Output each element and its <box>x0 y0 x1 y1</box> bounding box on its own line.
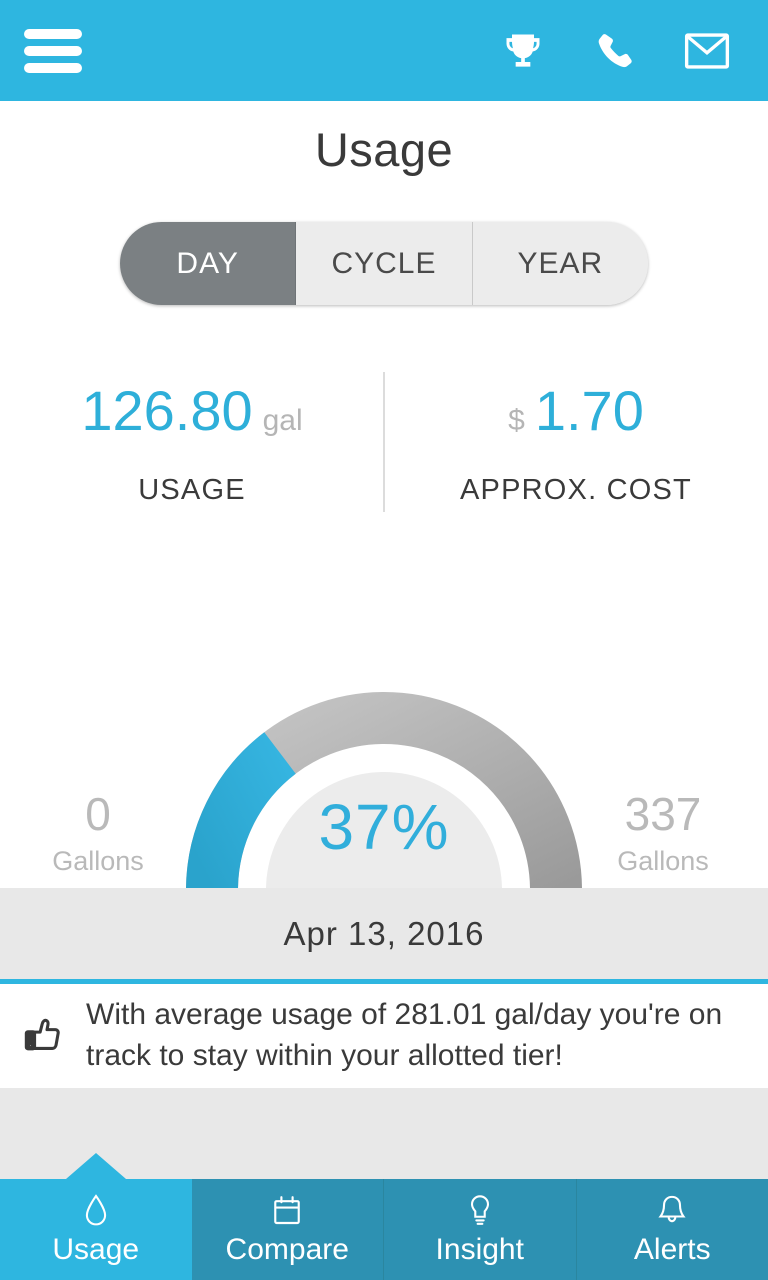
nav-label-compare: Compare <box>225 1232 349 1266</box>
lightbulb-icon <box>467 1193 493 1229</box>
insight-message-text: With average usage of 281.01 gal/day you… <box>86 997 723 1072</box>
period-option-year[interactable]: YEAR <box>472 222 648 305</box>
bottom-navigation: Usage Compare Insight Alerts <box>0 1153 768 1280</box>
gauge-max-value: 337 <box>624 788 702 840</box>
usage-label: USAGE <box>138 474 246 506</box>
thumbs-up-icon <box>0 1012 86 1058</box>
cost-value-group: $ 1.70 <box>508 378 644 454</box>
nav-label-insight: Insight <box>435 1232 524 1266</box>
usage-value: 126.80 <box>81 379 253 442</box>
gauge-max-label: 337 Gallons <box>588 788 738 877</box>
nav-item-insight[interactable]: Insight <box>384 1179 577 1280</box>
envelope-icon[interactable] <box>684 28 730 74</box>
nav-label-alerts: Alerts <box>633 1232 711 1266</box>
selected-date: Apr 13, 2016 <box>283 914 485 952</box>
header-actions <box>500 28 730 74</box>
gauge-min-label: 0 Gallons <box>38 788 158 877</box>
calendar-icon <box>272 1193 302 1229</box>
hamburger-menu-icon[interactable] <box>24 28 82 73</box>
app-header <box>0 0 768 101</box>
gauge-min-value: 0 <box>85 788 111 840</box>
nav-item-usage[interactable]: Usage <box>0 1153 192 1280</box>
cost-value: 1.70 <box>534 379 644 442</box>
period-option-cycle[interactable]: CYCLE <box>296 222 473 305</box>
period-option-day[interactable]: DAY <box>120 222 297 305</box>
trophy-icon[interactable] <box>500 28 546 74</box>
water-drop-icon <box>83 1193 109 1229</box>
cost-label: APPROX. COST <box>460 474 692 506</box>
phone-icon[interactable] <box>592 28 638 74</box>
usage-unit: gal <box>262 404 303 437</box>
period-selector: DAY CYCLE YEAR <box>120 222 648 305</box>
stat-usage: 126.80 gal USAGE <box>0 378 384 518</box>
stat-cost: $ 1.70 APPROX. COST <box>384 378 768 518</box>
nav-item-compare[interactable]: Compare <box>191 1179 384 1280</box>
stats-row: 126.80 gal USAGE $ 1.70 APPROX. COST <box>0 378 768 518</box>
page-title: Usage <box>314 123 454 176</box>
usage-value-group: 126.80 gal <box>81 378 302 454</box>
bell-icon <box>657 1193 687 1229</box>
insight-message: With average usage of 281.01 gal/day you… <box>0 984 768 1085</box>
hamburger-bar <box>24 45 82 56</box>
cost-currency-symbol: $ <box>508 404 525 437</box>
nav-label-usage: Usage <box>52 1232 140 1266</box>
hamburger-bar <box>24 62 82 73</box>
gauge-max-caption: Gallons <box>617 846 709 876</box>
date-bar[interactable]: Apr 13, 2016 <box>0 888 768 979</box>
gauge-min-caption: Gallons <box>52 846 144 876</box>
hamburger-bar <box>24 28 82 39</box>
nav-item-alerts[interactable]: Alerts <box>576 1179 768 1280</box>
active-tab-notch <box>65 1153 126 1179</box>
